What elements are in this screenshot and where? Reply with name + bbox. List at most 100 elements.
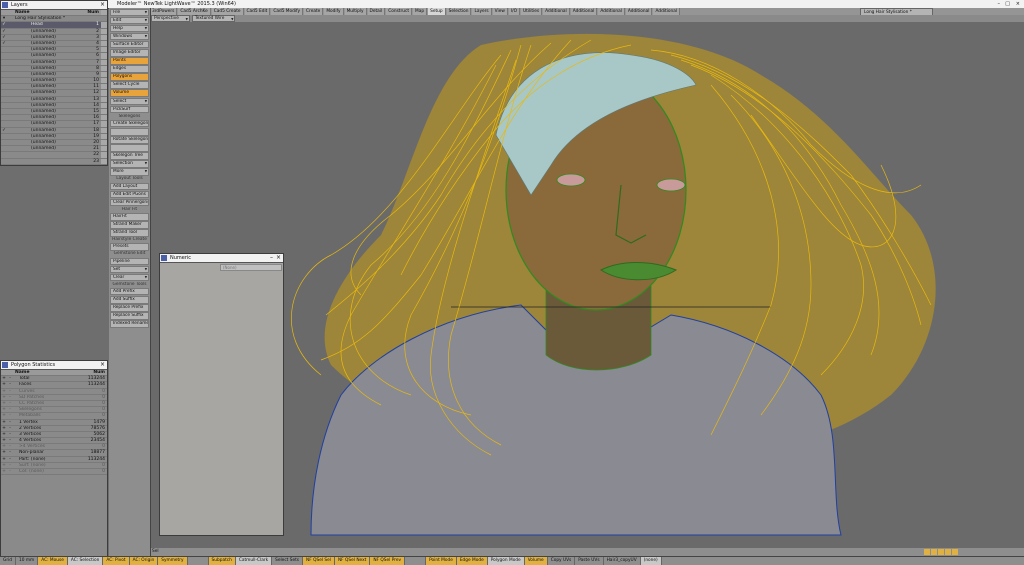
layer-visibility-toggle[interactable] (101, 127, 107, 133)
layer-visibility-toggle[interactable] (101, 40, 107, 47)
layer-visibility-toggle[interactable] (101, 53, 107, 59)
toolbox-button-add-suffix[interactable]: Add Suffix (110, 295, 149, 304)
toolbox-button-add-layout[interactable]: Add Layout (110, 182, 149, 191)
view-button-2[interactable] (931, 549, 937, 555)
layer-visibility-toggle[interactable] (101, 22, 107, 28)
toolbox-button-pipeline[interactable]: Pipeline (110, 257, 149, 266)
toolbox-button-clear[interactable]: Clear (110, 273, 149, 282)
layer-visibility-toggle[interactable] (101, 65, 107, 71)
toolbox-button-replace-suffix[interactable]: Replace Suffix (110, 312, 149, 320)
tab-cad5-create[interactable]: Cad5 Create (211, 8, 244, 15)
tab-detail[interactable]: Detail (367, 8, 386, 15)
view-button-1[interactable] (924, 549, 930, 555)
numeric-minimize-icon[interactable]: – (270, 254, 273, 262)
toolbox-button-rotate-skelegons[interactable]: Rotate Skelegons (110, 136, 149, 144)
layer-visibility-toggle[interactable] (101, 115, 107, 121)
toolbox-button-strand-tool[interactable]: Strand Tool (110, 229, 149, 237)
toolbox-button-hairfit[interactable]: HairFit (110, 212, 149, 221)
render-mode-select[interactable]: Textured Wire (191, 15, 236, 22)
layer-visibility-toggle[interactable] (101, 28, 107, 34)
toolbox-button-image-editor[interactable]: Image Editor (110, 48, 149, 57)
toolbox-button-edges[interactable]: Edges (110, 65, 149, 73)
tab-additional[interactable]: Additional (543, 8, 570, 15)
toolbox-button-presets[interactable]: Presets (110, 243, 149, 251)
layer-list: ✓ Head 1 ✓ (unnamed) 2 ✓ (unnamed) 3 ✓ (unnamed) 4(… (1, 22, 107, 165)
toolbox-button-strand-maker[interactable]: Strand Maker (110, 221, 149, 229)
tab-setup[interactable]: Setup (428, 8, 446, 15)
tab-additional[interactable]: Additional (625, 8, 653, 15)
numeric-action-select[interactable]: (None) (220, 264, 282, 271)
toolbox-button-skelegon-tree[interactable]: Skelegon Tree (110, 152, 149, 160)
tab-additional[interactable]: Additional (570, 8, 598, 15)
tab-3rdpowers[interactable]: 3rdPowers (150, 8, 178, 15)
toolbox-button-surface-editor[interactable]: Surface Editor (110, 40, 149, 49)
toolbox-button-help[interactable]: Help (110, 24, 149, 33)
tab-view[interactable]: View (492, 8, 508, 15)
toolbox-button-select-cycle[interactable]: Select Cycle (110, 81, 149, 89)
layer-visibility-toggle[interactable] (101, 102, 107, 108)
layer-visibility-toggle[interactable] (101, 121, 107, 127)
toolbox-button-select[interactable]: Select (110, 97, 149, 106)
layer-row[interactable]: 23 (1, 158, 107, 165)
view-button-5[interactable] (952, 549, 958, 555)
tab-cad5-modify[interactable]: Cad5 Modify (271, 8, 304, 15)
layer-number: 23 (93, 158, 99, 164)
projection-select[interactable]: Perspective (151, 15, 190, 22)
tab-additional[interactable]: Additional (598, 8, 625, 15)
layer-visibility-toggle[interactable] (101, 158, 107, 164)
toolbox-button-volume[interactable]: Volume (110, 89, 149, 98)
toolbox-button-add-edit-pgons[interactable]: Add Edit PGons (110, 190, 149, 199)
toolbox-button-blank[interactable] (110, 144, 149, 152)
maximize-icon[interactable]: □ (1005, 0, 1010, 8)
layer-visibility-toggle[interactable] (101, 84, 107, 90)
view-button-3[interactable] (938, 549, 944, 555)
tab-selection[interactable]: Selection (446, 8, 472, 15)
toolbox-button-edit[interactable]: Edit (110, 16, 149, 25)
layer-visibility-toggle[interactable] (101, 133, 107, 139)
toolbox-button-clear-pinnergons[interactable]: Clear Pinnergons (110, 198, 149, 207)
toolbox-button-file[interactable]: File (110, 8, 149, 17)
layer-visibility-toggle[interactable] (101, 78, 107, 84)
numeric-close-icon[interactable]: × (276, 254, 281, 262)
tab-construct[interactable]: Construct (386, 8, 413, 15)
layer-visibility-toggle[interactable] (101, 109, 107, 115)
tab-multiply[interactable]: Multiply (344, 8, 367, 15)
toolbox-button-add-prefix[interactable]: Add Prefix (110, 287, 149, 296)
close-icon[interactable]: × (1016, 0, 1020, 8)
tab-modify[interactable]: Modify (324, 8, 344, 15)
layer-visibility-toggle[interactable] (101, 139, 107, 146)
layer-visibility-toggle[interactable] (101, 71, 107, 78)
view-button-4[interactable] (945, 549, 951, 555)
tab-additional[interactable]: Additional (653, 8, 681, 15)
toolbox-button-points[interactable]: Points (110, 57, 149, 65)
layer-visibility-toggle[interactable] (101, 34, 107, 40)
toolbox-button-polygons[interactable]: Polygons (110, 73, 149, 81)
layer-visibility-toggle[interactable] (101, 90, 107, 96)
toolbox-button-blank[interactable] (110, 127, 149, 136)
tab-utilities[interactable]: Utilities (520, 8, 543, 15)
stat-row[interactable]: + - Col: (none) 0 (1, 469, 107, 476)
layer-visibility-toggle[interactable] (101, 47, 107, 53)
tab-cad5-edit[interactable]: Cad5 Edit (244, 8, 271, 15)
toolbox-button-set[interactable]: Set (110, 265, 149, 274)
tab-create[interactable]: Create (304, 8, 324, 15)
tab-cad5-archke[interactable]: Cad5 ArchKe (178, 8, 211, 15)
tab-layers[interactable]: Layers (472, 8, 492, 15)
toolbox-button-indexed-rename[interactable]: Indexed Rename (110, 320, 149, 328)
minimize-icon[interactable]: – (998, 0, 1001, 8)
layer-visibility-toggle[interactable] (101, 59, 107, 65)
layer-visibility-toggle[interactable] (101, 96, 107, 102)
toolbox-button-create-skelegons[interactable]: Create Skelegons (110, 119, 149, 128)
toolbox-button-more[interactable]: More (110, 168, 149, 176)
toolbox-button-windows[interactable]: Windows (110, 32, 149, 41)
layer-visibility-toggle[interactable] (101, 146, 107, 152)
tab-map[interactable]: Map (413, 8, 428, 15)
toolbox-button-replace-prefix[interactable]: Replace Prefix (110, 304, 149, 312)
layer-name: (unnamed) (31, 84, 56, 90)
toolbox-button-selection[interactable]: Selection (110, 160, 149, 168)
layers-close-icon[interactable]: × (100, 1, 105, 9)
tab-i-o[interactable]: I/O (508, 8, 520, 15)
toolbox-button-picksurf[interactable]: PickSurf (110, 105, 149, 114)
polystats-close-icon[interactable]: × (100, 361, 105, 369)
layer-visibility-toggle[interactable] (101, 152, 107, 158)
